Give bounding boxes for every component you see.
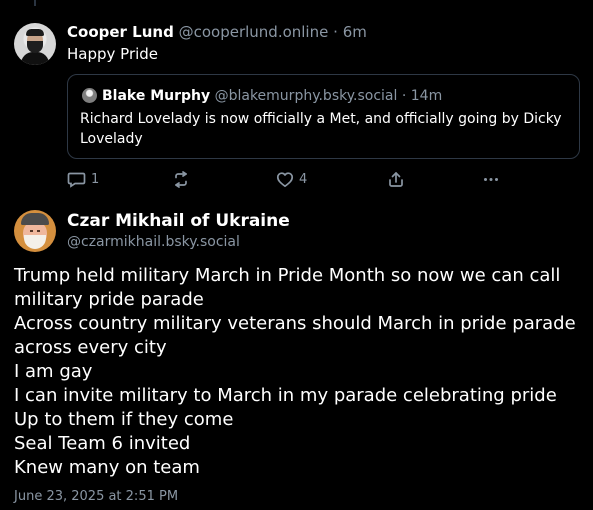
main-post-line: Seal Team 6 invited <box>14 433 191 454</box>
main-post-line: I am gay <box>14 361 93 382</box>
reply-author-avatar[interactable] <box>14 23 56 65</box>
quoted-author-handle[interactable]: @blakemurphy.bsky.social <box>215 88 398 104</box>
main-post[interactable]: Czar Mikhail of Ukraine @czarmikhail.bsk… <box>0 202 593 510</box>
reply-time[interactable]: 6m <box>343 23 367 41</box>
avatar-shirt <box>21 52 49 65</box>
share-icon <box>389 171 403 187</box>
avatar-right-eye <box>37 230 40 232</box>
avatar-beard <box>27 41 43 53</box>
reply-author-name[interactable]: Cooper Lund <box>67 23 174 41</box>
quoted-post-card[interactable]: Blake Murphy @blakemurphy.bsky.social · … <box>67 74 580 159</box>
reply-author-row: Cooper Lund @cooperlund.online · 6m <box>67 23 367 41</box>
reply-count: 1 <box>91 171 100 187</box>
main-author-name[interactable]: Czar Mikhail of Ukraine <box>67 211 290 231</box>
reply-post[interactable]: Cooper Lund @cooperlund.online · 6m Happ… <box>0 0 593 200</box>
post-actions: 1 4 <box>67 170 500 188</box>
like-action[interactable]: 4 <box>276 170 307 188</box>
quoted-author-avatar[interactable] <box>82 88 97 103</box>
reply-icon <box>67 172 86 188</box>
like-count: 4 <box>299 171 308 187</box>
main-post-line: Up to them if they come <box>14 409 234 430</box>
main-author-handle[interactable]: @czarmikhail.bsky.social <box>67 233 240 251</box>
quoted-separator: · <box>401 88 407 104</box>
main-post-line: Knew many on team <box>14 457 200 478</box>
quoted-post-text: Richard Lovelady is now officially a Met… <box>80 111 562 147</box>
share-action[interactable] <box>387 170 405 188</box>
more-action[interactable] <box>482 170 500 188</box>
more-icon <box>484 177 498 181</box>
main-post-body: Trump held military March in Pride Month… <box>14 264 579 480</box>
quoted-author-row: Blake Murphy @blakemurphy.bsky.social · … <box>102 87 442 105</box>
main-author-avatar[interactable] <box>14 210 56 252</box>
repost-icon <box>175 170 187 188</box>
quoted-time[interactable]: 14m <box>411 88 442 104</box>
avatar-hair <box>26 29 44 36</box>
main-post-line: I can invite military to March in my par… <box>14 385 557 406</box>
reply-separator: · <box>333 23 338 41</box>
reply-text: Happy Pride <box>67 45 159 63</box>
reply-action[interactable]: 1 <box>67 170 99 188</box>
avatar-beard <box>24 235 46 249</box>
main-post-line: Across country military veterans should … <box>14 313 576 358</box>
repost-action[interactable] <box>172 170 190 188</box>
avatar-cap <box>21 213 49 225</box>
reply-author-handle[interactable]: @cooperlund.online <box>179 23 329 41</box>
quoted-author-name[interactable]: Blake Murphy <box>102 88 210 104</box>
main-post-line: Trump held military March in Pride Month… <box>14 265 561 310</box>
post-timestamp[interactable]: June 23, 2025 at 2:51 PM <box>14 489 178 505</box>
avatar-left-eye <box>30 230 33 232</box>
heart-icon <box>276 171 294 187</box>
